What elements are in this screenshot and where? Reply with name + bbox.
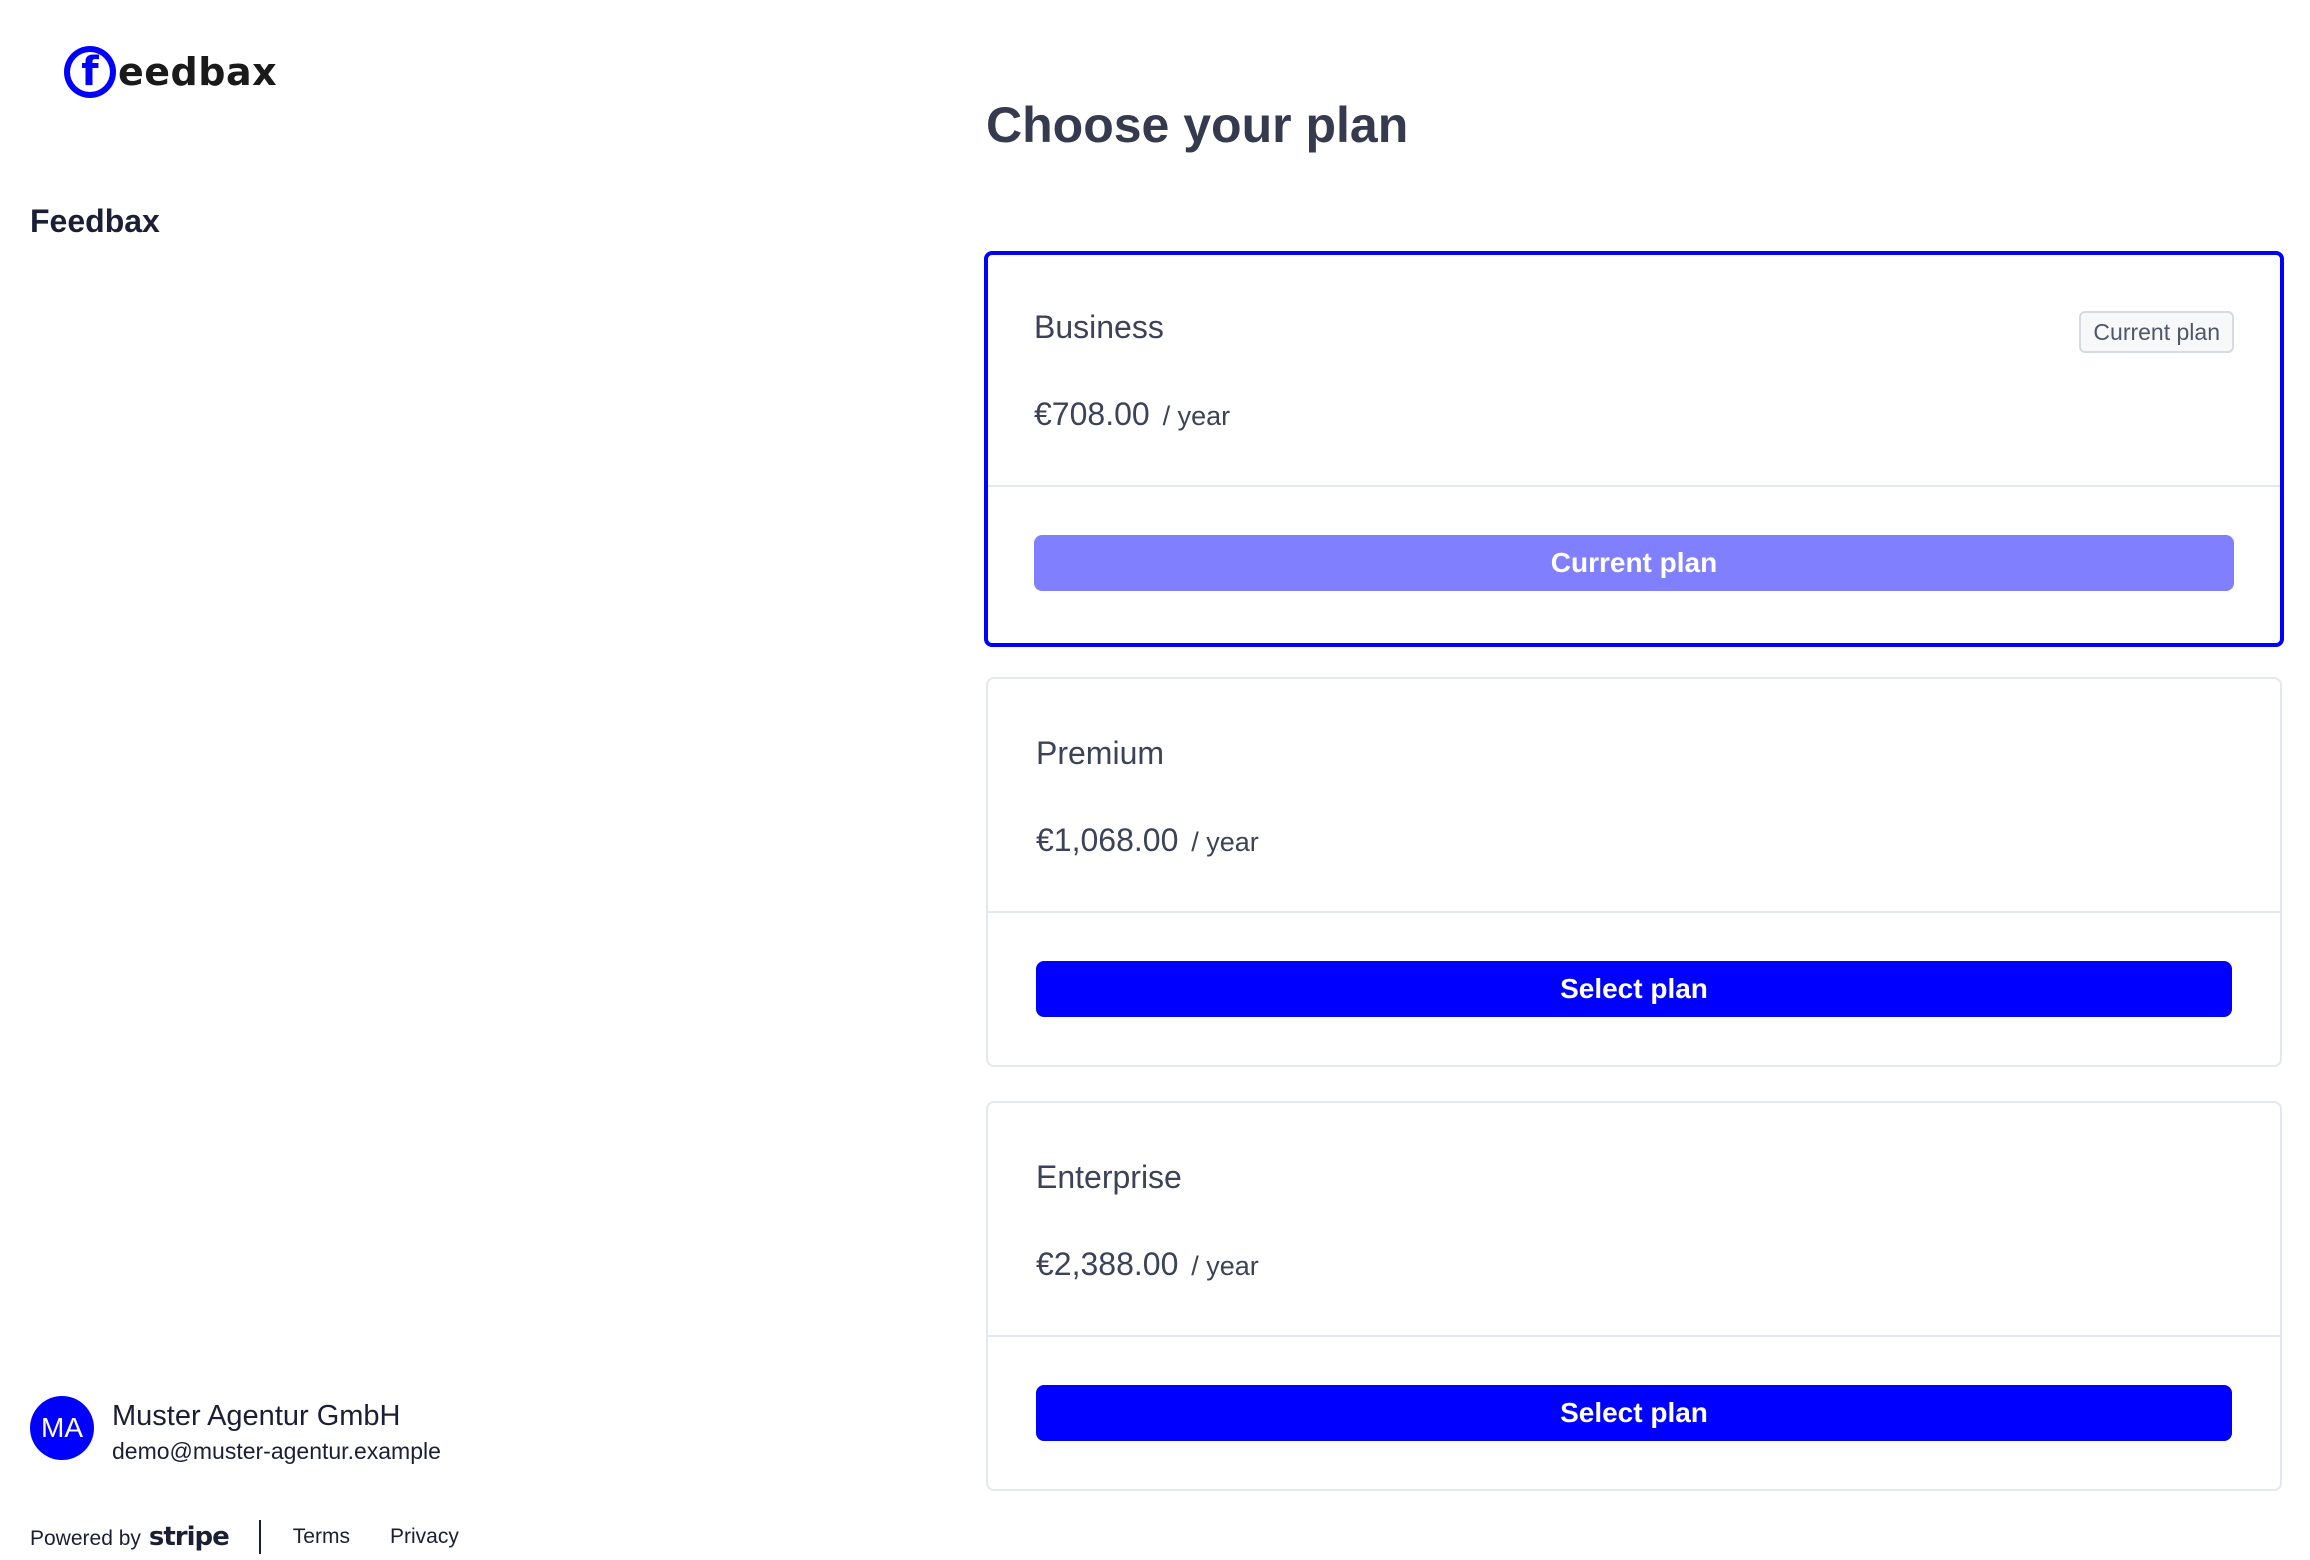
footer: Powered by stripe Terms Privacy [30,1520,499,1554]
feedbax-logo[interactable]: eedbax [64,46,277,98]
current-plan-badge: Current plan [2079,311,2234,353]
privacy-link[interactable]: Privacy [390,1525,459,1549]
plan-card-header: Enterprise €2,388.00 / year [988,1103,2280,1337]
plan-price-period: / year [1191,1251,1259,1281]
terms-link[interactable]: Terms [293,1525,350,1549]
customer-info: MA Muster Agentur GmbH demo@muster-agent… [30,1396,441,1468]
plan-name: Enterprise [1036,1159,1182,1195]
plan-price-amount: €2,388.00 [1036,1246,1179,1282]
plan-card-enterprise: Enterprise €2,388.00 / year Select plan [986,1101,2282,1491]
logo-text: eedbax [118,50,278,94]
plan-price: €708.00 / year [1034,396,1230,433]
plan-name: Business [1034,309,1164,345]
billing-portal-page: eedbax Feedbax MA Muster Agentur GmbH de… [0,0,2310,1560]
plan-price-amount: €1,068.00 [1036,822,1179,858]
plan-price-period: / year [1162,401,1231,431]
select-plan-button-enterprise[interactable]: Select plan [1036,1385,2232,1441]
page-title: Choose your plan [986,97,1409,153]
powered-by-label: Powered by [30,1527,141,1550]
footer-divider [258,1520,261,1554]
select-plan-button-premium[interactable]: Select plan [1036,961,2232,1017]
plan-card-business: Business Current plan €708.00 / year Cur… [984,251,2284,647]
avatar: MA [30,1396,94,1460]
plan-name: Premium [1036,735,1165,771]
customer-email: demo@muster-agentur.example [112,1438,441,1464]
business-name: Feedbax [30,203,160,239]
customer-details: Muster Agentur GmbH demo@muster-agentur.… [112,1396,441,1468]
plan-card-premium: Premium €1,068.00 / year Select plan [986,677,2282,1067]
stripe-logo: stripe [148,1522,230,1552]
plan-price: €1,068.00 / year [1036,822,1259,859]
customer-name: Muster Agentur GmbH [112,1400,401,1432]
current-plan-button[interactable]: Current plan [1034,535,2234,591]
powered-by-stripe[interactable]: Powered by stripe [30,1522,230,1552]
plan-price-period: / year [1191,827,1259,857]
plan-price: €2,388.00 / year [1036,1246,1259,1283]
feedbax-logo-icon [64,46,116,98]
plan-price-amount: €708.00 [1034,396,1150,432]
plan-card-header: Premium €1,068.00 / year [988,679,2280,913]
plan-card-header: Business Current plan €708.00 / year [988,255,2280,487]
